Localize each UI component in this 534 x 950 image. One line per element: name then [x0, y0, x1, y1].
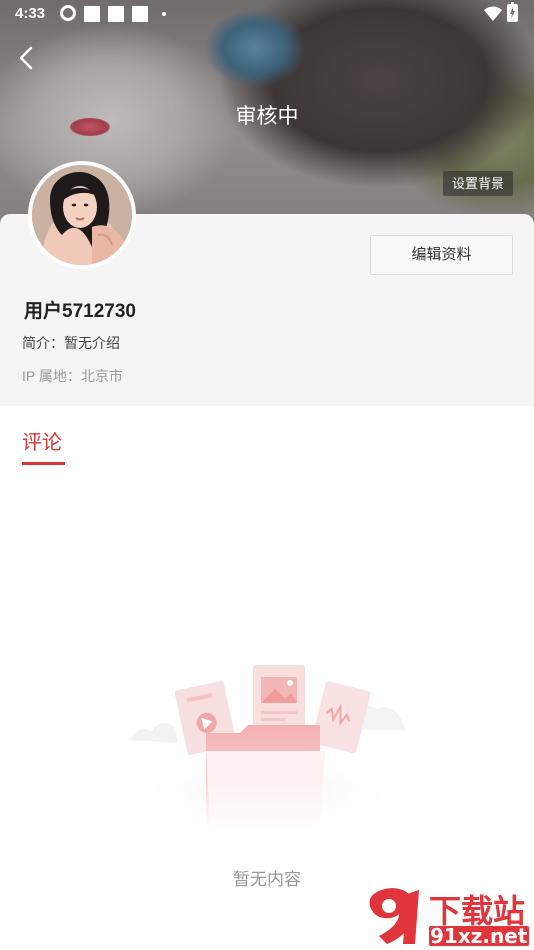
username: 用户5712730 — [24, 301, 136, 322]
bio: 简介：暂无介绍 — [22, 335, 120, 351]
status-time: 4:33 — [15, 5, 46, 22]
avatar[interactable] — [28, 161, 136, 269]
page-title: 审核中 — [235, 105, 299, 128]
active-tab-indicator — [22, 462, 65, 465]
more-notifications-icon — [162, 12, 166, 16]
notification-icon — [132, 6, 148, 22]
ip-location: IP 属地：北京市 — [22, 368, 123, 384]
notification-icon — [108, 6, 124, 22]
back-icon[interactable] — [14, 44, 40, 72]
wifi-icon — [484, 6, 502, 21]
set-background-button[interactable]: 设置背景 — [443, 171, 513, 196]
sync-icon — [60, 5, 76, 21]
tab-comments[interactable]: 评论 — [22, 426, 62, 455]
watermark-url: 91xz.net — [430, 924, 528, 948]
battery-icon — [507, 2, 518, 22]
avatar-image — [32, 165, 132, 265]
notification-icon — [84, 6, 100, 22]
status-bar: 4:33 — [0, 0, 534, 28]
empty-state-illustration — [120, 665, 415, 840]
edit-profile-button[interactable]: 编辑资料 — [370, 235, 513, 275]
